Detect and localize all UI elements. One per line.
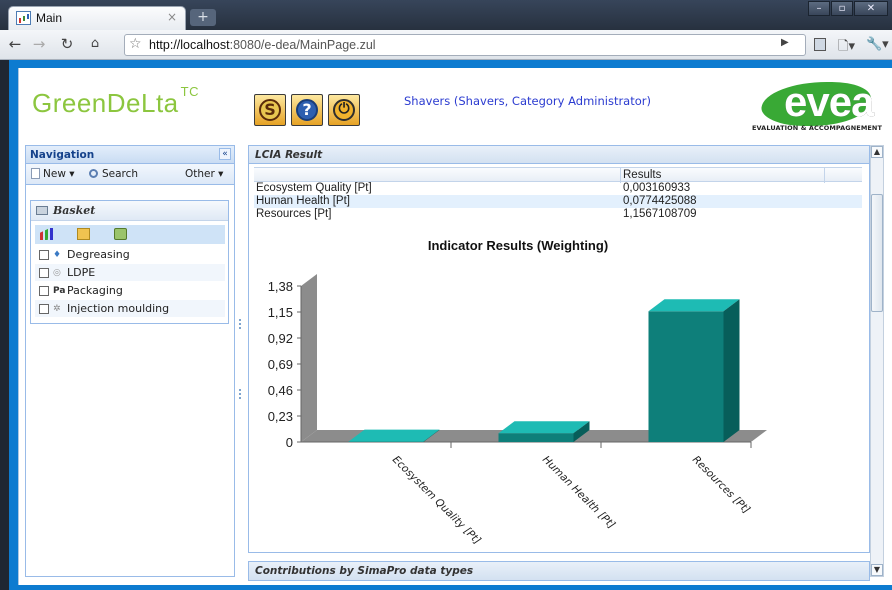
page-menu-icon[interactable]: 🗋▾	[838, 37, 855, 59]
greendelta-logo: GreenDeLta TC	[32, 84, 199, 118]
close-window-button[interactable]: ✕	[854, 1, 888, 16]
export-icon[interactable]	[114, 228, 127, 240]
basket-header: Basket	[31, 201, 228, 221]
list-item[interactable]: ♦ Degreasing	[35, 246, 225, 264]
wrench-icon: ♦	[53, 250, 62, 260]
url-text: http://localhost:8080/e-dea/MainPage.zul	[149, 38, 376, 52]
x-tick-label: Resources [Pt]	[690, 454, 752, 516]
window-controls: – ▫ ✕	[808, 1, 888, 16]
chart-title: Indicator Results (Weighting)	[428, 238, 608, 253]
basket-list: ♦ Degreasing ◎ LDPE Pa Packaging ✲ Injec…	[35, 246, 225, 318]
tab-title: Main	[36, 11, 63, 25]
basket-title: Basket	[53, 204, 96, 217]
search-menu[interactable]: Search	[89, 168, 138, 180]
folder-icon[interactable]	[77, 228, 90, 240]
bar-side	[723, 299, 740, 442]
vertical-scrollbar[interactable]: ▲ ▼	[870, 145, 884, 577]
indicator-chart: Indicator Results (Weighting) 0 0,23 0,46 0…	[268, 238, 767, 547]
y-tick-label: 1,15	[268, 305, 293, 320]
simapro-button[interactable]: S	[254, 94, 286, 126]
evea-logo: evea EVALUATION & ACCOMPAGNEMENT	[751, 78, 882, 132]
bar-top	[498, 421, 590, 434]
x-tick-label: Human Health [Pt]	[540, 454, 618, 532]
contributions-panel-header[interactable]: Contributions by SimaPro data types	[248, 561, 870, 581]
y-tick-label: 0,23	[268, 409, 293, 424]
maximize-button[interactable]: ▫	[831, 1, 853, 16]
help-button[interactable]: ?	[291, 94, 323, 126]
reload-icon[interactable]: ↻	[58, 35, 76, 55]
forward-arrow-icon[interactable]: →	[30, 35, 48, 55]
new-document-icon	[31, 168, 40, 179]
search-icon	[89, 169, 98, 178]
scroll-down-icon[interactable]: ▼	[871, 564, 883, 576]
bar	[648, 311, 724, 442]
tab-strip: Main × + – ▫ ✕	[0, 0, 892, 30]
chart-back-wall	[301, 274, 317, 442]
address-bar[interactable]: ☆ http://localhost:8080/e-dea/MainPage.z…	[124, 34, 806, 56]
browser-toolbar: ← → ↻ ⌂ ☆ http://localhost:8080/e-dea/Ma…	[0, 30, 892, 60]
list-item[interactable]: Pa Packaging	[35, 282, 225, 300]
checkbox[interactable]	[39, 286, 49, 296]
splitter-grip[interactable]	[239, 319, 241, 329]
new-menu[interactable]: New ▾	[31, 168, 75, 180]
back-arrow-icon[interactable]: ←	[6, 35, 24, 55]
list-item[interactable]: ◎ LDPE	[35, 264, 225, 282]
navigation-title: Navigation	[30, 149, 95, 161]
user-info: Shavers (Shavers, Category Administrator…	[404, 94, 651, 108]
navigation-header: Navigation «	[26, 146, 234, 164]
simapro-icon: S	[259, 99, 281, 121]
splitter-grip[interactable]	[239, 389, 241, 399]
app-frame-bottom	[9, 585, 892, 590]
gear-icon: ✲	[53, 304, 61, 314]
y-tick-label: 0,69	[268, 357, 293, 372]
bookmark-star-icon[interactable]: ☆	[129, 36, 142, 52]
contributions-title: Contributions by SimaPro data types	[255, 565, 474, 577]
other-menu[interactable]: Other ▾	[185, 168, 223, 180]
wrench-menu-icon[interactable]: 🔧▾	[866, 37, 889, 52]
checkbox[interactable]	[39, 268, 49, 278]
bar-top	[348, 429, 440, 442]
bar	[498, 433, 574, 442]
home-icon[interactable]: ⌂	[84, 35, 106, 55]
basket-icon	[36, 206, 48, 215]
basket-toolbar	[35, 225, 225, 244]
help-icon: ?	[296, 99, 318, 121]
extension-icon[interactable]	[814, 38, 826, 51]
power-icon: ⏻	[333, 99, 355, 121]
x-tick-label: Ecosystem Quality [Pt]	[390, 454, 483, 547]
navigation-menubar: New ▾ Search Other ▾	[26, 164, 234, 185]
y-tick-label: 0,92	[268, 331, 293, 346]
collapse-icon[interactable]: «	[219, 148, 231, 160]
lcia-result-panel: LCIA Result Results Ecosystem Quality [P…	[248, 145, 870, 553]
packaging-icon: Pa	[53, 286, 66, 296]
scroll-up-icon[interactable]: ▲	[871, 146, 883, 158]
y-tick-label: 0,46	[268, 383, 293, 398]
tab-close-icon[interactable]: ×	[167, 10, 177, 24]
minimize-button[interactable]: –	[808, 1, 830, 16]
checkbox[interactable]	[39, 250, 49, 260]
logout-button[interactable]: ⏻	[328, 94, 360, 126]
navigation-panel: Navigation « New ▾ Search Other ▾ Basket…	[25, 145, 235, 577]
browser-tab[interactable]: Main ×	[8, 6, 186, 30]
scrollbar-thumb[interactable]	[871, 194, 883, 312]
splitter[interactable]	[235, 145, 247, 577]
checkbox[interactable]	[39, 304, 49, 314]
new-tab-button[interactable]: +	[190, 9, 216, 26]
bar-top	[648, 299, 740, 312]
bar-chart-icon[interactable]	[40, 228, 53, 240]
list-item[interactable]: ✲ Injection moulding	[35, 300, 225, 318]
play-icon[interactable]: ▶	[781, 37, 789, 48]
y-tick-label: 1,38	[268, 279, 293, 294]
tab-favicon-icon	[16, 11, 31, 25]
basket-panel: Basket ♦ Degreasing ◎ LDPE Pa Packaging	[30, 200, 229, 324]
y-tick-label: 0	[286, 435, 293, 450]
material-icon: ◎	[53, 268, 61, 278]
